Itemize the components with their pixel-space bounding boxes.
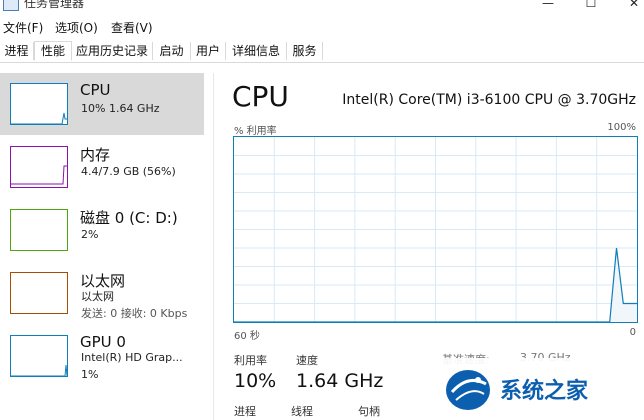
tab-processes[interactable]: 进程 <box>0 42 34 60</box>
sidebar-divider <box>213 73 214 420</box>
sidebar-item-throughput: 发送: 0 接收: 0 Kbps <box>81 307 188 320</box>
sidebar-item-gpu[interactable]: GPU 0 Intel(R) HD Grap... 1% <box>0 325 204 387</box>
menu-file[interactable]: 文件(F) <box>3 19 43 36</box>
sidebar-item-cpu[interactable]: CPU 10% 1.64 GHz <box>0 73 204 135</box>
minimize-icon[interactable]: — <box>540 0 556 10</box>
x-axis-end-label: 0 <box>629 327 636 338</box>
y-axis-max-label: 100% <box>607 122 636 133</box>
menu-options[interactable]: 选项(O) <box>55 19 98 36</box>
sidebar-item-detail: 以太网 <box>81 290 114 303</box>
sidebar-item-usage: 1% <box>81 368 99 381</box>
performance-sidebar: CPU 10% 1.64 GHz 内存 4.4/7.9 GB (56%) 磁盘 … <box>0 73 204 420</box>
ethernet-mini-graph <box>10 272 68 314</box>
watermark-logo: 系统之家 <box>438 358 644 420</box>
utilization-label: 利用率 <box>234 354 267 367</box>
watermark-text: 系统之家 <box>500 378 589 404</box>
speed-label: 速度 <box>296 354 318 367</box>
speed-value: 1.64 GHz <box>296 370 384 392</box>
page-title: CPU <box>232 80 289 113</box>
tab-app-history[interactable]: 应用历史记录 <box>72 42 153 60</box>
menu-bar: 文件(F) 选项(O) 查看(V) <box>0 17 644 37</box>
gpu-mini-graph <box>10 335 68 377</box>
sidebar-item-disk[interactable]: 磁盘 0 (C: D:) 2% <box>0 199 204 261</box>
thread-label: 线程 <box>291 405 313 418</box>
sidebar-item-ethernet[interactable]: 以太网 以太网 发送: 0 接收: 0 Kbps <box>0 262 204 324</box>
sidebar-item-label: CPU <box>80 81 111 99</box>
memory-mini-graph <box>10 146 68 188</box>
sidebar-item-detail: 4.4/7.9 GB (56%) <box>81 165 176 178</box>
close-icon[interactable]: ✕ <box>626 0 642 10</box>
menu-view[interactable]: 查看(V) <box>111 19 153 36</box>
sidebar-item-label: 磁盘 0 (C: D:) <box>80 209 178 227</box>
tab-services[interactable]: 服务 <box>287 42 323 60</box>
sidebar-item-label: 内存 <box>80 146 111 164</box>
tab-bar: 进程 性能 应用历史记录 启动 用户 详细信息 服务 <box>0 40 644 63</box>
utilization-value: 10% <box>234 370 277 392</box>
tab-users[interactable]: 用户 <box>191 42 226 60</box>
cpu-model-name: Intel(R) Core(TM) i3-6100 CPU @ 3.70GHz <box>342 92 636 108</box>
handle-label: 句柄 <box>358 405 380 418</box>
maximize-icon[interactable]: ☐ <box>583 0 599 10</box>
window-title: 任务管理器 <box>24 0 85 10</box>
sidebar-item-memory[interactable]: 内存 4.4/7.9 GB (56%) <box>0 136 204 198</box>
x-axis-start-label: 60 秒 <box>234 331 260 342</box>
sidebar-item-detail: Intel(R) HD Grap... <box>81 351 183 364</box>
task-manager-icon <box>3 0 19 11</box>
title-bar: 任务管理器 — ☐ ✕ <box>0 0 644 14</box>
cpu-mini-graph <box>10 83 68 125</box>
y-axis-label: % 利用率 <box>234 126 277 137</box>
disk-mini-graph <box>10 209 68 251</box>
tab-startup[interactable]: 启动 <box>153 42 191 60</box>
tab-performance[interactable]: 性能 <box>34 41 72 61</box>
sidebar-item-label: GPU 0 <box>80 333 126 351</box>
sidebar-item-detail: 10% 1.64 GHz <box>81 102 160 115</box>
cpu-usage-graph <box>233 136 638 323</box>
process-label: 进程 <box>234 405 256 418</box>
sidebar-item-detail: 2% <box>81 228 99 241</box>
tab-details[interactable]: 详细信息 <box>226 42 287 60</box>
